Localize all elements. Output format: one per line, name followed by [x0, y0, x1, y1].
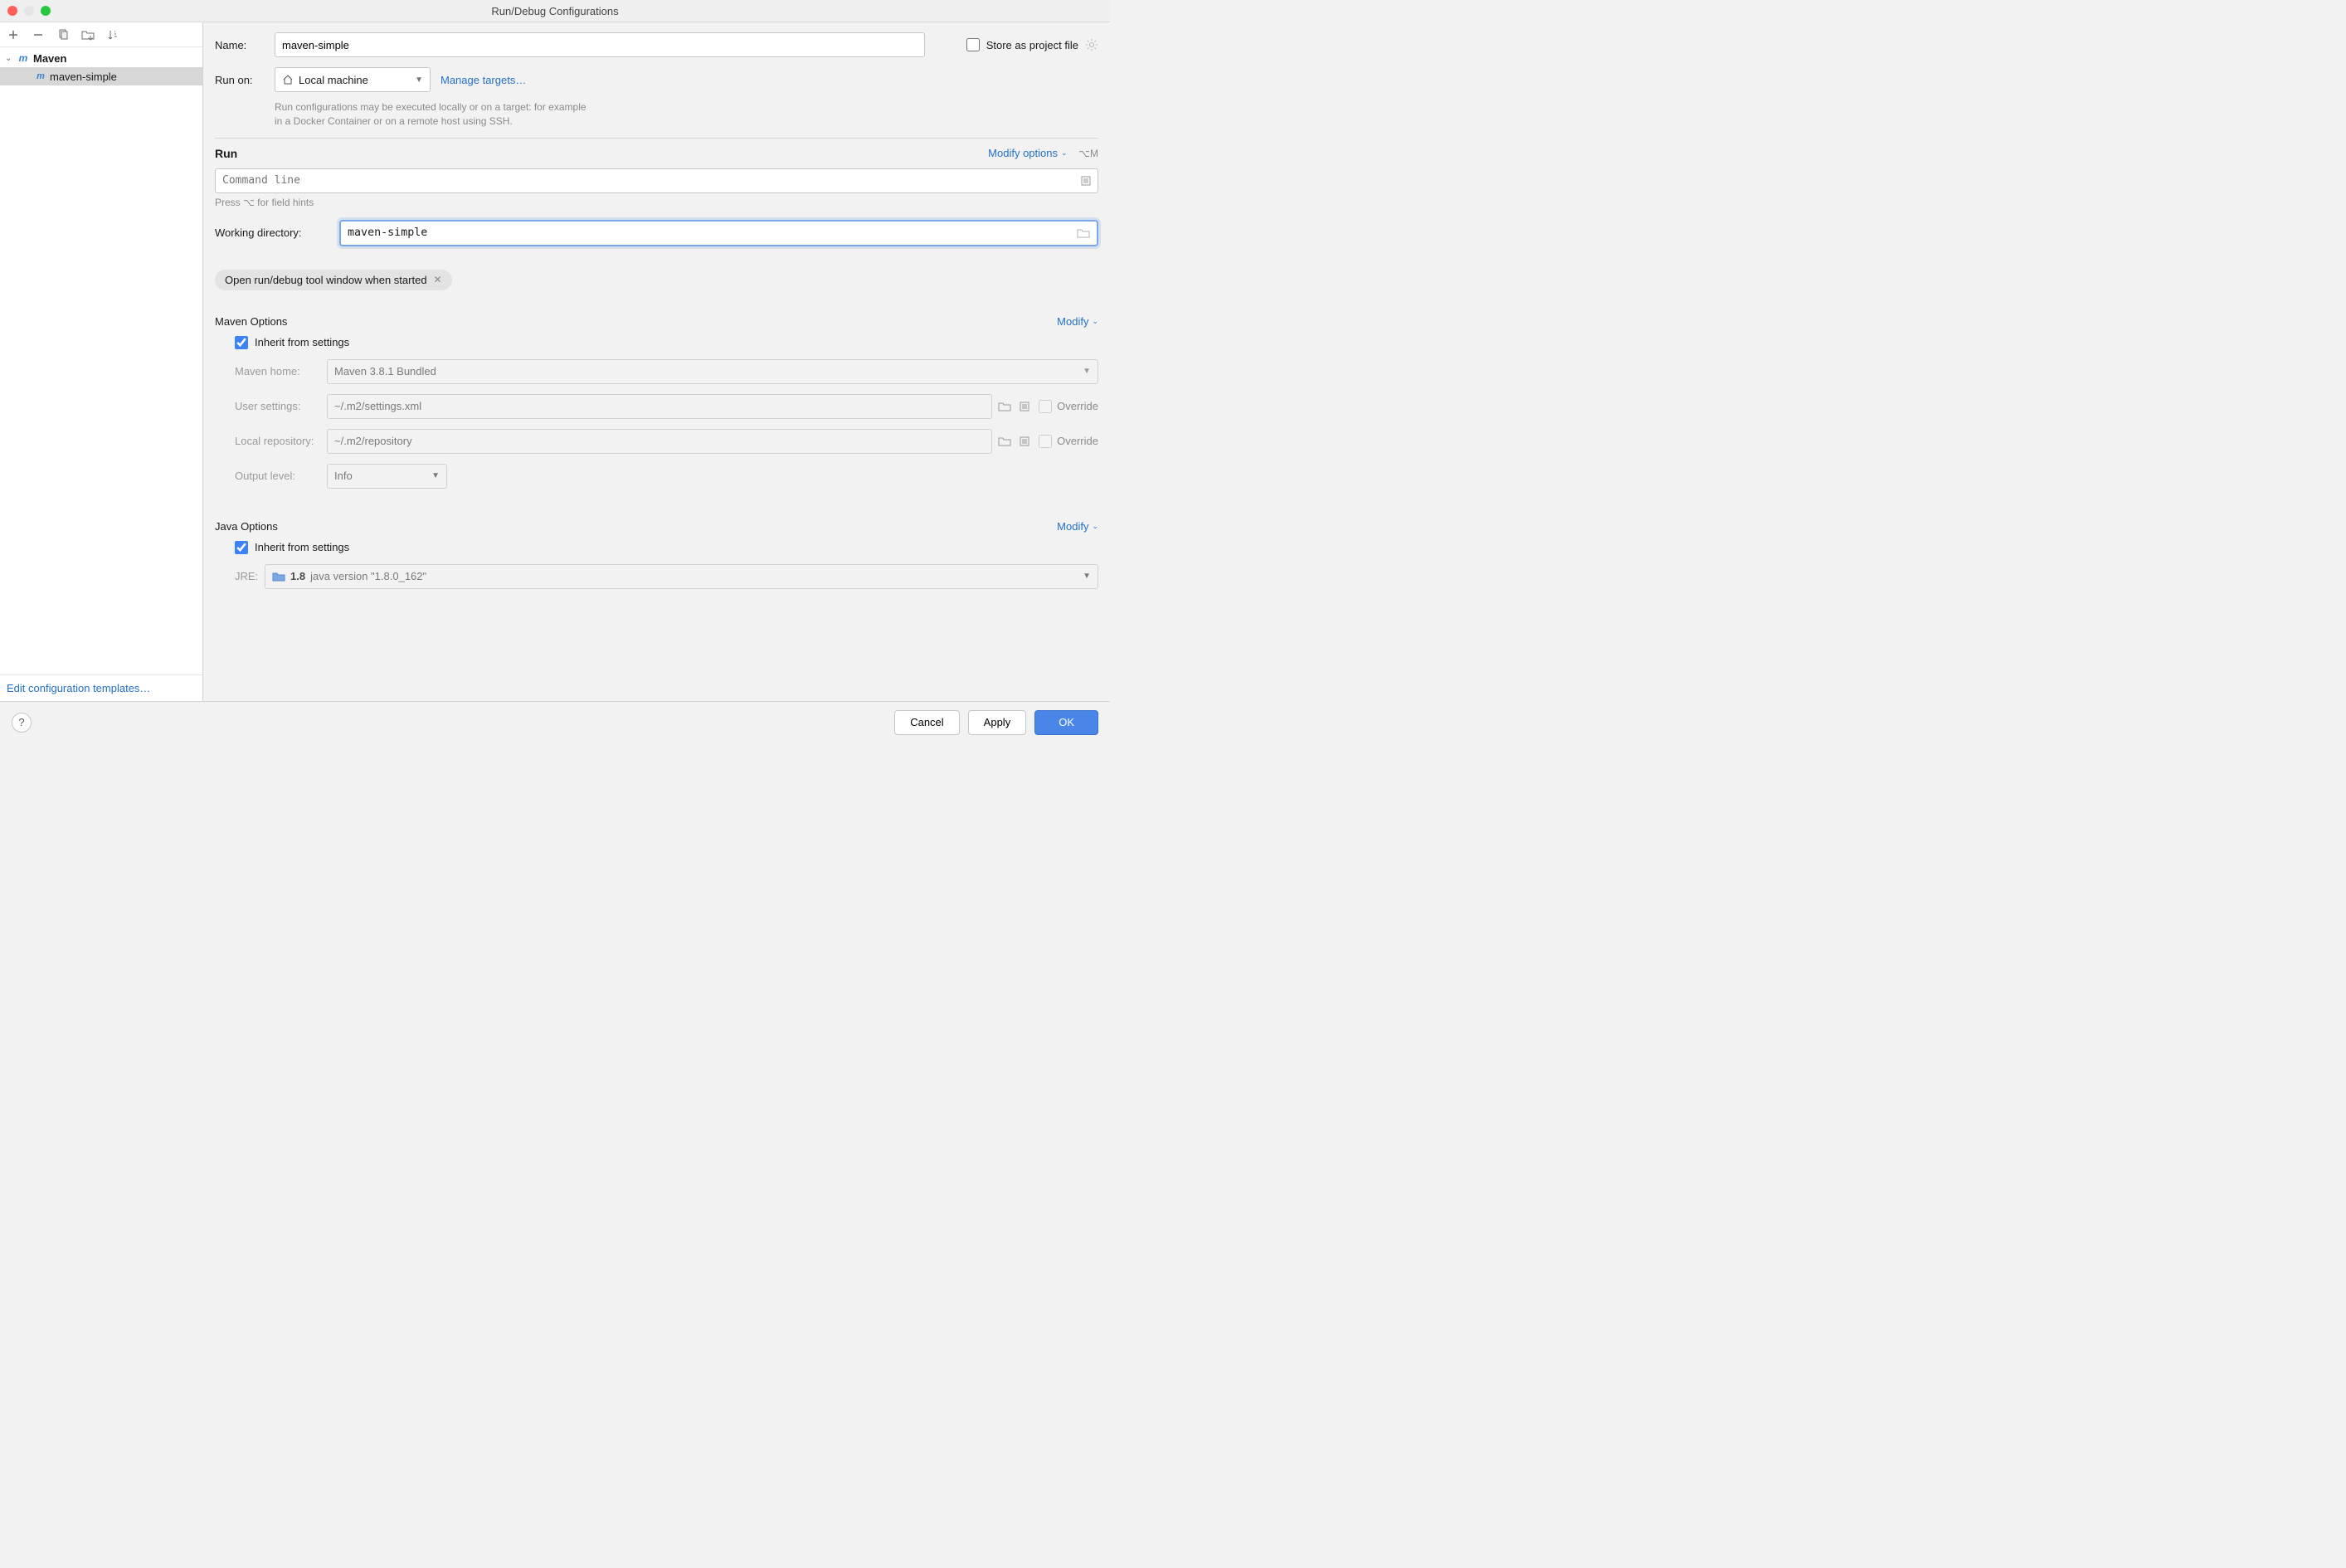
user-settings-input: ~/.m2/settings.xml	[327, 394, 992, 419]
gear-icon[interactable]	[1085, 38, 1098, 51]
override-label: Override	[1057, 435, 1098, 447]
run-section-header: Run Modify options⌄ ⌥M	[215, 147, 1098, 160]
chevron-down-icon: ▼	[415, 75, 423, 85]
local-repo-input: ~/.m2/repository	[327, 429, 992, 454]
chevron-down-icon: ▼	[431, 471, 440, 480]
jre-version: 1.8	[290, 570, 305, 582]
runon-select[interactable]: Local machine ▼	[275, 67, 431, 92]
chevron-down-icon: ⌄	[5, 54, 13, 63]
working-dir-input[interactable]	[341, 222, 1097, 245]
output-level-label: Output level:	[215, 470, 327, 482]
output-level-select: Info ▼	[327, 464, 447, 489]
maven-heading: Maven Options	[215, 315, 287, 328]
user-settings-label: User settings:	[215, 400, 327, 412]
add-icon[interactable]	[7, 28, 20, 41]
java-modify-link[interactable]: Modify⌄	[1057, 520, 1098, 533]
local-repo-override-checkbox	[1039, 435, 1052, 448]
sort-icon[interactable]	[106, 28, 119, 41]
chip-label: Open run/debug tool window when started	[225, 274, 427, 286]
maven-icon: m	[17, 52, 30, 64]
command-line-input[interactable]	[215, 168, 1098, 193]
ok-button[interactable]: OK	[1034, 710, 1098, 735]
cmd-hint: Press ⌥ for field hints	[215, 197, 1098, 208]
expand-icon	[1017, 434, 1032, 449]
name-input[interactable]	[275, 32, 925, 57]
jre-label: JRE:	[215, 570, 265, 582]
folder-icon	[272, 571, 285, 582]
chevron-down-icon: ⌄	[1061, 149, 1068, 158]
runon-value: Local machine	[299, 74, 368, 86]
working-dir-label: Working directory:	[215, 226, 331, 239]
help-button[interactable]: ?	[12, 713, 32, 733]
folder-icon[interactable]	[1077, 227, 1090, 239]
folder-save-icon[interactable]	[81, 28, 95, 41]
java-inherit-checkbox[interactable]	[235, 541, 248, 554]
run-heading: Run	[215, 147, 237, 160]
chevron-down-icon: ⌄	[1092, 317, 1098, 326]
local-repo-label: Local repository:	[215, 435, 327, 447]
titlebar: Run/Debug Configurations	[0, 0, 1110, 22]
dialog-footer: ? Cancel Apply OK	[0, 701, 1110, 743]
apply-button[interactable]: Apply	[968, 710, 1027, 735]
store-as-project-label: Store as project file	[986, 39, 1078, 51]
window-title: Run/Debug Configurations	[0, 5, 1110, 17]
tree-root-maven[interactable]: ⌄ m Maven	[0, 49, 202, 67]
minimize-window-button[interactable]	[24, 6, 34, 16]
chevron-down-icon: ▼	[1083, 367, 1091, 376]
modify-options-link[interactable]: Modify options⌄	[988, 147, 1067, 159]
chevron-down-icon: ▼	[1083, 572, 1091, 581]
runon-help: Run configurations may be executed local…	[275, 100, 1098, 129]
expand-icon[interactable]	[1078, 173, 1093, 188]
divider	[215, 138, 1098, 139]
chevron-down-icon: ⌄	[1092, 522, 1098, 531]
java-section-header: Java Options Modify⌄	[215, 520, 1098, 533]
maximize-window-button[interactable]	[41, 6, 51, 16]
main-panel: Name: Store as project file Run on: Loca…	[203, 22, 1110, 701]
modify-shortcut: ⌥M	[1078, 148, 1098, 159]
java-heading: Java Options	[215, 520, 278, 533]
name-label: Name:	[215, 39, 275, 51]
tree-root-label: Maven	[33, 52, 66, 65]
maven-icon: m	[35, 71, 46, 82]
maven-inherit-label: Inherit from settings	[255, 336, 349, 348]
expand-icon	[1017, 399, 1032, 414]
maven-home-label: Maven home:	[215, 365, 327, 377]
working-dir-input-wrap	[339, 220, 1098, 246]
user-settings-override-checkbox	[1039, 400, 1052, 413]
remove-icon[interactable]	[32, 28, 45, 41]
copy-icon[interactable]	[56, 28, 70, 41]
maven-modify-link[interactable]: Modify⌄	[1057, 315, 1098, 328]
home-icon	[282, 74, 294, 85]
edit-templates-link[interactable]: Edit configuration templates…	[7, 682, 150, 694]
sidebar-toolbar	[0, 22, 202, 47]
tree-item-maven-simple[interactable]: m maven-simple	[0, 67, 202, 85]
java-inherit-label: Inherit from settings	[255, 541, 349, 553]
manage-targets-link[interactable]: Manage targets…	[440, 74, 526, 86]
jre-select: 1.8 java version "1.8.0_162" ▼	[265, 564, 1098, 589]
traffic-lights	[0, 6, 51, 16]
config-tree: ⌄ m Maven m maven-simple	[0, 47, 202, 674]
open-tool-window-chip[interactable]: Open run/debug tool window when started …	[215, 270, 452, 290]
close-window-button[interactable]	[7, 6, 17, 16]
tree-item-label: maven-simple	[50, 71, 117, 83]
override-label: Override	[1057, 400, 1098, 412]
maven-inherit-checkbox[interactable]	[235, 336, 248, 349]
runon-label: Run on:	[215, 74, 275, 86]
cancel-button[interactable]: Cancel	[894, 710, 959, 735]
chip-close-icon[interactable]: ✕	[434, 274, 442, 285]
jre-detail: java version "1.8.0_162"	[310, 570, 426, 582]
maven-section-header: Maven Options Modify⌄	[215, 315, 1098, 328]
sidebar: ⌄ m Maven m maven-simple Edit configurat…	[0, 22, 203, 701]
folder-icon	[997, 399, 1012, 414]
store-as-project-checkbox[interactable]	[966, 38, 980, 51]
maven-home-select: Maven 3.8.1 Bundled ▼	[327, 359, 1098, 384]
folder-icon	[997, 434, 1012, 449]
